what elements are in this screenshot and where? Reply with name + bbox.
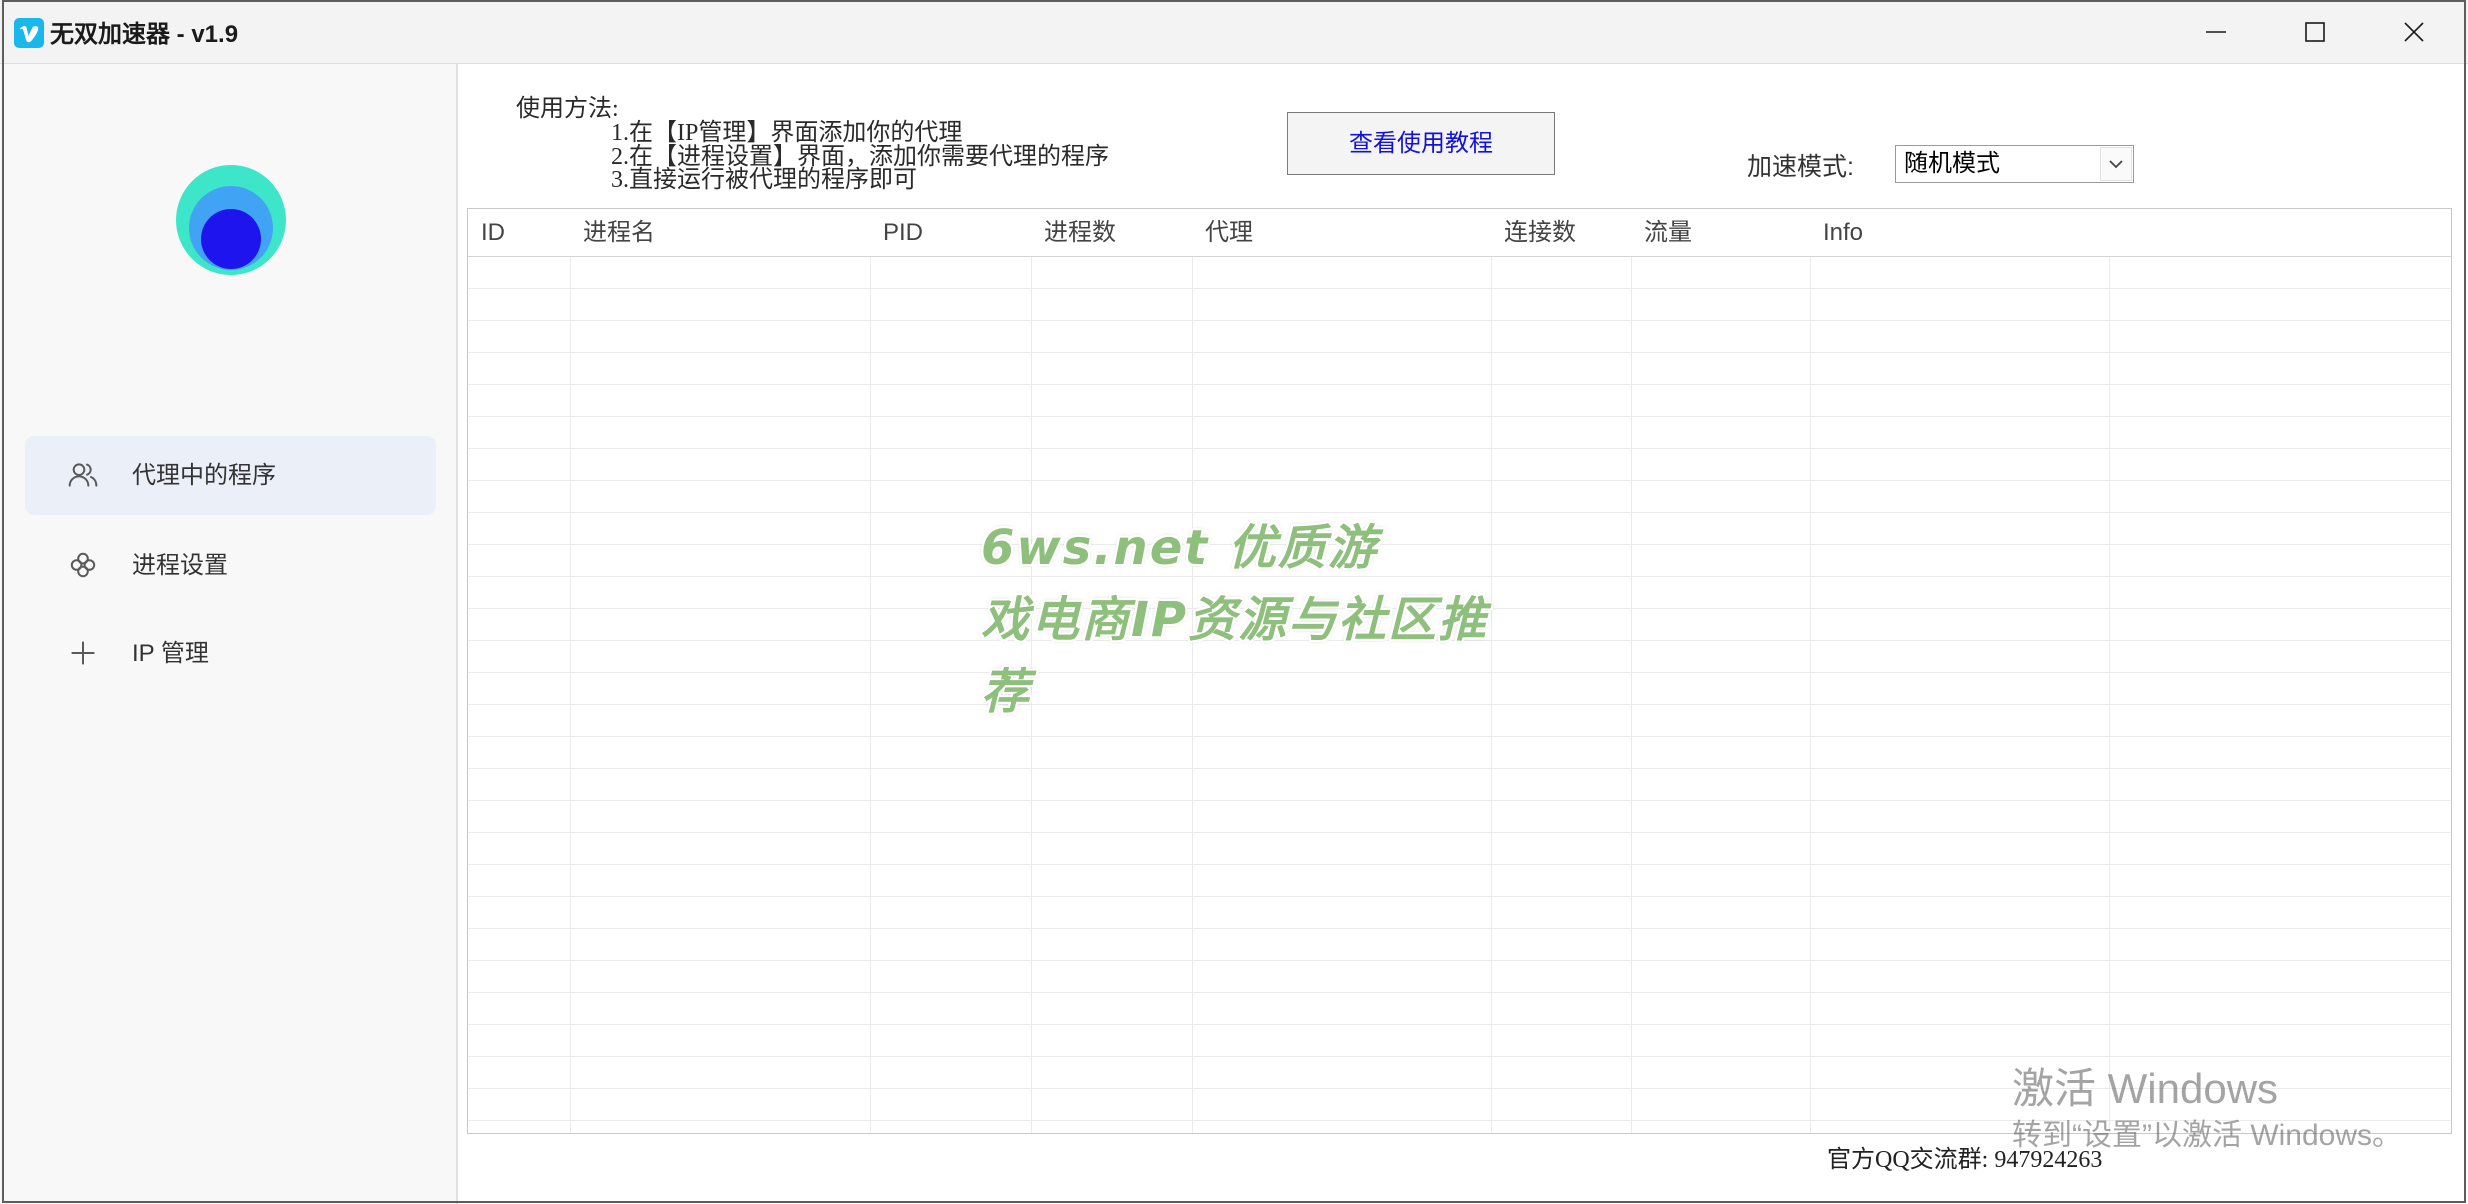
maximize-icon (2304, 22, 2325, 42)
column-header-process-name[interactable]: 进程名 (570, 209, 870, 256)
site-watermark: 6ws.net 优质游 戏电商IP资源与社区推 荐 (981, 512, 1488, 728)
column-header-process-count[interactable]: 进程数 (1031, 209, 1192, 256)
acceleration-mode-value: 随机模式 (1904, 150, 2000, 177)
sidebar-item-process-settings[interactable]: 进程设置 (25, 526, 436, 605)
close-button[interactable] (2364, 0, 2463, 64)
grid-line (1810, 257, 1811, 1133)
app-logo-icon (14, 18, 44, 48)
maximize-button[interactable] (2265, 0, 2364, 64)
users-icon (67, 459, 99, 491)
grid-line (1491, 257, 1492, 1133)
column-header-pid[interactable]: PID (870, 209, 1031, 256)
column-header-id[interactable]: ID (468, 209, 570, 256)
column-header-info[interactable]: Info (1810, 209, 2109, 256)
close-icon (2403, 22, 2424, 42)
acceleration-mode-label: 加速模式: (1747, 153, 1854, 181)
view-tutorial-button[interactable]: 查看使用教程 (1287, 112, 1555, 175)
plus-icon (67, 637, 99, 669)
activation-notice-subtitle: 转到“设置”以激活 Windows。 (2012, 1119, 2403, 1152)
grid-line (570, 257, 571, 1133)
minimize-icon (2205, 22, 2226, 42)
column-header-proxy[interactable]: 代理 (1192, 209, 1491, 256)
usage-steps: 1.在【IP管理】界面添加你的代理 2.在【进程设置】界面，添加你需要代理的程序… (611, 120, 1109, 194)
grid-line (2109, 257, 2110, 1133)
column-header-filler (2109, 209, 2451, 256)
watermark-line: 戏电商IP资源与社区推 (981, 592, 1489, 648)
usage-step: 3.直接运行被代理的程序即可 (611, 167, 917, 194)
sidebar-item-ip-management[interactable]: IP 管理 (25, 614, 436, 693)
grid-line (1631, 257, 1632, 1133)
activation-notice-title: 激活 Windows (2012, 1065, 2279, 1112)
column-header-connections[interactable]: 连接数 (1491, 209, 1631, 256)
process-icon (67, 549, 99, 581)
watermark-line: 荐 (981, 664, 1032, 720)
watermark-line: 6ws.net 优质游 (981, 520, 1378, 576)
grid-line (870, 257, 871, 1133)
sidebar-item-label: 代理中的程序 (132, 462, 276, 489)
acceleration-mode-select[interactable]: 随机模式 (1895, 145, 2134, 183)
sidebar-item-label: 进程设置 (132, 552, 228, 579)
usage-step: 1.在【IP管理】界面添加你的代理 (611, 120, 963, 146)
column-header-traffic[interactable]: 流量 (1631, 209, 1810, 256)
window-title: 无双加速器 - v1.9 (50, 21, 239, 48)
sidebar-item-proxied-programs[interactable]: 代理中的程序 (25, 436, 436, 515)
minimize-button[interactable] (2166, 0, 2265, 64)
usage-heading: 使用方法: (516, 96, 619, 122)
app-logo (176, 165, 286, 275)
title-bar: 无双加速器 - v1.9 (0, 0, 2468, 64)
sidebar: 代理中的程序 进程设置 IP 管理 (0, 64, 458, 1204)
table-header: ID 进程名 PID 进程数 代理 连接数 流量 Info (468, 209, 2451, 257)
chevron-down-icon[interactable] (2100, 147, 2132, 181)
sidebar-item-label: IP 管理 (132, 640, 209, 667)
usage-step: 2.在【进程设置】界面，添加你需要代理的程序 (611, 143, 1109, 170)
